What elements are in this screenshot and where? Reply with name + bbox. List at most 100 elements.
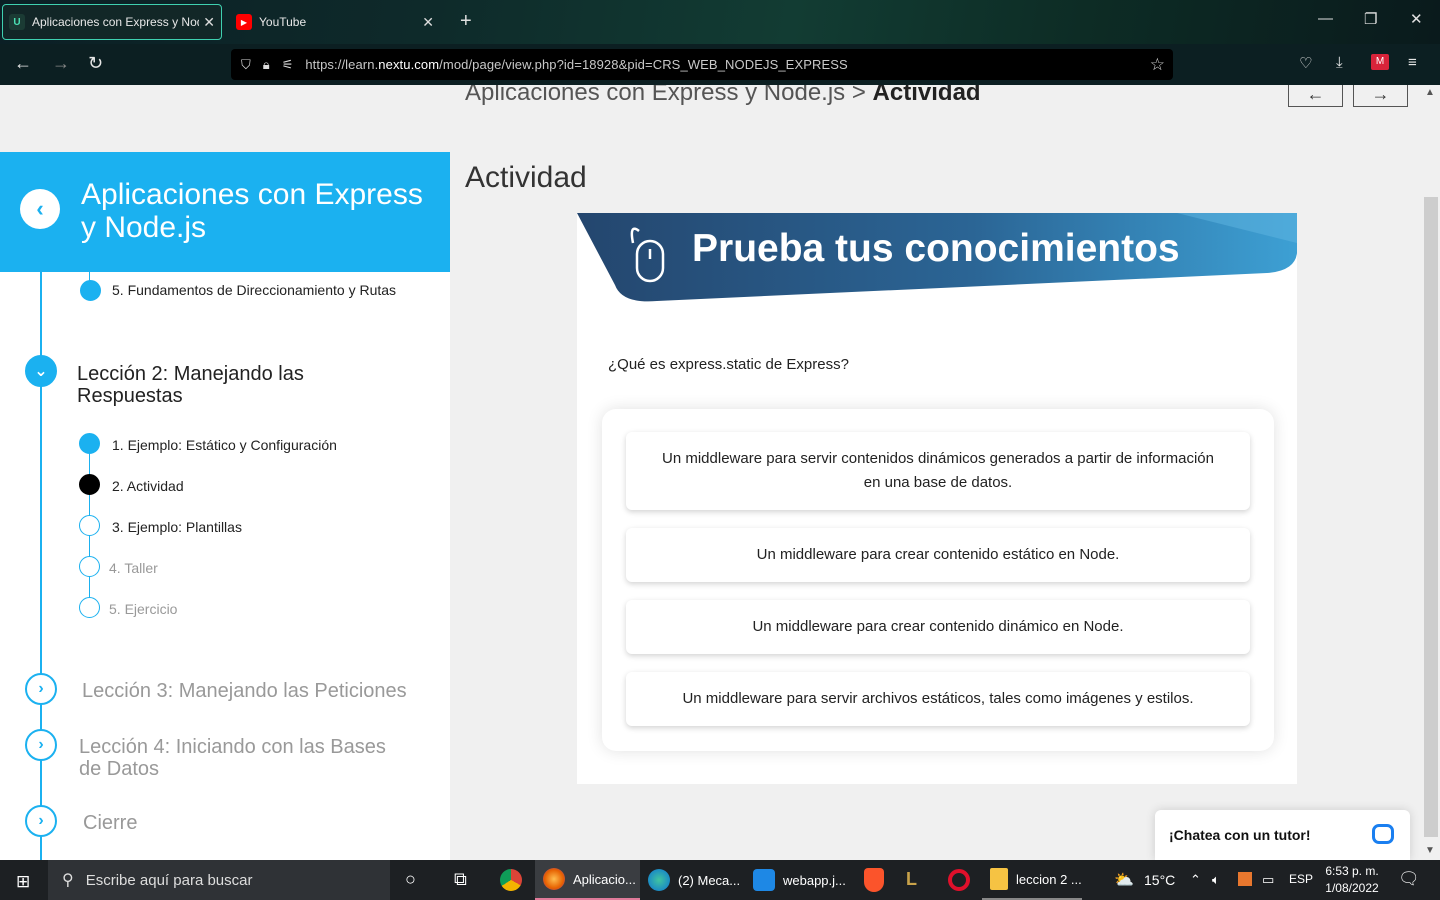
chat-label: ¡Chatea con un tutor! xyxy=(1169,827,1311,843)
minimize-icon[interactable]: — xyxy=(1318,10,1333,27)
lock-icon[interactable]: 🔒︎ xyxy=(263,57,270,73)
lesson-3-title[interactable]: Lección 3: Manejando las Peticiones xyxy=(82,680,422,702)
breadcrumb: Aplicaciones con Express y Node.js > Act… xyxy=(465,85,981,107)
brave-icon[interactable] xyxy=(864,868,884,892)
reload-icon[interactable]: ↻ xyxy=(88,53,103,74)
sidebar-item-taller[interactable]: 4. Taller xyxy=(109,560,158,576)
chat-bubble-icon[interactable] xyxy=(1372,824,1394,844)
course-sidebar: ‹ Aplicaciones con Express y Node.js 5. … xyxy=(0,152,450,860)
taskbar-search[interactable]: ⚲ Escribe aquí para buscar xyxy=(48,860,390,900)
chevron-left-icon[interactable]: ‹ xyxy=(20,189,60,229)
shield-icon[interactable]: ⛉ xyxy=(241,57,251,73)
network-icon[interactable]: ▭ xyxy=(1262,872,1274,888)
scrollbar-thumb[interactable] xyxy=(1424,197,1438,837)
taskbar-app-edge[interactable]: (2) Meca... xyxy=(640,860,745,900)
arrow-right-icon: → xyxy=(1371,85,1390,104)
breadcrumb-separator: > xyxy=(851,85,866,106)
sidebar-item-actividad[interactable]: 2. Actividad xyxy=(112,478,184,494)
taskbar-app-explorer[interactable]: leccion 2 ... xyxy=(982,860,1082,900)
tab-close-icon[interactable]: ✕ xyxy=(203,14,215,31)
notifications-icon[interactable]: 🗨︎ xyxy=(1398,869,1420,889)
youtube-favicon-icon: ▶ xyxy=(236,14,252,30)
scroll-up-icon[interactable]: ▲ xyxy=(1425,87,1435,98)
close-window-icon[interactable]: ✕ xyxy=(1410,10,1423,28)
vscode-icon xyxy=(753,869,775,891)
app-tray-icon[interactable] xyxy=(1238,872,1252,886)
option-4[interactable]: Un middleware para servir archivos estát… xyxy=(626,672,1250,726)
progress-dot xyxy=(79,474,100,495)
league-icon[interactable]: L xyxy=(906,869,917,890)
chevron-right-icon[interactable]: › xyxy=(25,729,57,761)
temperature[interactable]: 15°C xyxy=(1144,872,1175,888)
option-1[interactable]: Un middleware para servir contenidos din… xyxy=(626,432,1250,510)
option-2[interactable]: Un middleware para crear contenido estát… xyxy=(626,528,1250,582)
progress-dot xyxy=(80,280,101,301)
breadcrumb-current: Actividad xyxy=(872,85,981,106)
sidebar-item-ejercicio[interactable]: 5. Ejercicio xyxy=(109,601,177,617)
progress-dot xyxy=(79,556,100,577)
new-tab-icon[interactable]: + xyxy=(460,10,472,33)
folder-icon xyxy=(990,868,1008,890)
bookmark-star-icon[interactable]: ☆ xyxy=(1150,55,1165,75)
lesson-2-title[interactable]: Lección 2: Manejando las Respuestas xyxy=(77,363,407,407)
tab-nextu[interactable]: U Aplicaciones con Express y Node ✕ xyxy=(2,4,222,40)
extension-icon[interactable]: M xyxy=(1371,54,1389,70)
taskbar-app-firefox[interactable]: Aplicacio... xyxy=(535,860,640,900)
task-view-icon[interactable]: ⧉ xyxy=(454,869,467,890)
nextu-favicon-icon: U xyxy=(9,14,25,30)
lesson-4-title[interactable]: Lección 4: Iniciando con las Bases de Da… xyxy=(79,736,409,780)
clock-time: 6:53 p. m. xyxy=(1325,864,1379,878)
prev-page-button[interactable]: ← xyxy=(1288,85,1343,107)
sidebar-item-ejemplo-estatico[interactable]: 1. Ejemplo: Estático y Configuración xyxy=(112,437,337,453)
scroll-down-icon[interactable]: ▼ xyxy=(1425,845,1435,856)
chevron-right-icon[interactable]: › xyxy=(25,673,57,705)
address-bar[interactable]: ⛉ 🔒︎ ⚟ https://learn.nextu.com/mod/page/… xyxy=(231,49,1173,80)
progress-dot xyxy=(79,597,100,618)
volume-icon[interactable]: 🔈︎ xyxy=(1212,872,1220,888)
menu-icon[interactable]: ≡ xyxy=(1408,54,1417,71)
taskbar-app-label: Aplicacio... xyxy=(573,871,636,887)
cierre-title[interactable]: Cierre xyxy=(83,812,137,834)
sidebar-item-fundamentos[interactable]: 5. Fundamentos de Direccionamiento y Rut… xyxy=(112,282,396,298)
pocket-icon[interactable]: ♡ xyxy=(1299,54,1312,72)
url-text[interactable]: https://learn.nextu.com/mod/page/view.ph… xyxy=(305,57,847,72)
opera-icon[interactable] xyxy=(948,869,970,891)
download-icon[interactable]: ⤓ xyxy=(1336,54,1343,71)
chat-widget[interactable]: ¡Chatea con un tutor! xyxy=(1155,810,1410,860)
breadcrumb-parent[interactable]: Aplicaciones con Express y Node.js xyxy=(465,85,845,106)
chrome-icon[interactable] xyxy=(500,869,522,891)
taskbar-app-label: webapp.j... xyxy=(783,872,846,888)
browser-nav-bar: ← → ↻ ⛉ 🔒︎ ⚟ https://learn.nextu.com/mod… xyxy=(0,44,1440,85)
tray-chevron-up-icon[interactable]: ⌃ xyxy=(1190,872,1201,888)
tab-title: YouTube xyxy=(259,15,307,29)
back-icon[interactable]: ← xyxy=(14,53,32,74)
sidebar-item-ejemplo-plantillas[interactable]: 3. Ejemplo: Plantillas xyxy=(112,519,242,535)
next-page-button[interactable]: → xyxy=(1353,85,1408,107)
search-placeholder: Escribe aquí para buscar xyxy=(85,871,253,889)
edge-icon xyxy=(648,869,670,891)
question-text: ¿Qué es express.static de Express? xyxy=(608,356,849,373)
language-indicator[interactable]: ESP xyxy=(1289,872,1313,886)
permissions-icon[interactable]: ⚟ xyxy=(282,57,294,73)
chevron-down-icon[interactable]: ⌄ xyxy=(25,355,57,387)
tab-youtube[interactable]: ▶ YouTube ✕ xyxy=(230,4,440,40)
sidebar-header: ‹ Aplicaciones con Express y Node.js xyxy=(0,152,450,272)
windows-start-icon[interactable]: ⊞ xyxy=(16,872,30,892)
clock[interactable]: 6:53 p. m. 1/08/2022 xyxy=(1318,863,1386,897)
tab-close-icon[interactable]: ✕ xyxy=(422,14,434,31)
taskbar-app-vscode[interactable]: webapp.j... xyxy=(745,860,850,900)
weather-icon[interactable]: ⛅ xyxy=(1114,870,1134,890)
restore-icon[interactable]: ❐ xyxy=(1364,10,1377,28)
search-icon: ⚲ xyxy=(62,872,74,889)
taskbar-app-label: (2) Meca... xyxy=(678,872,741,888)
forward-icon[interactable]: → xyxy=(52,53,70,74)
chevron-right-icon[interactable]: › xyxy=(25,805,57,837)
option-3[interactable]: Un middleware para crear contenido dinám… xyxy=(626,600,1250,654)
web-page: Aplicaciones con Express y Node.js > Act… xyxy=(0,85,1440,860)
taskbar-app-label: leccion 2 ... xyxy=(1016,871,1082,887)
tab-title: Aplicaciones con Express y Node xyxy=(32,15,200,29)
cortana-icon[interactable]: ○ xyxy=(405,869,416,890)
banner-title: Prueba tus conocimientos xyxy=(692,227,1180,270)
firefox-icon xyxy=(543,868,565,890)
clock-date: 1/08/2022 xyxy=(1325,881,1379,895)
